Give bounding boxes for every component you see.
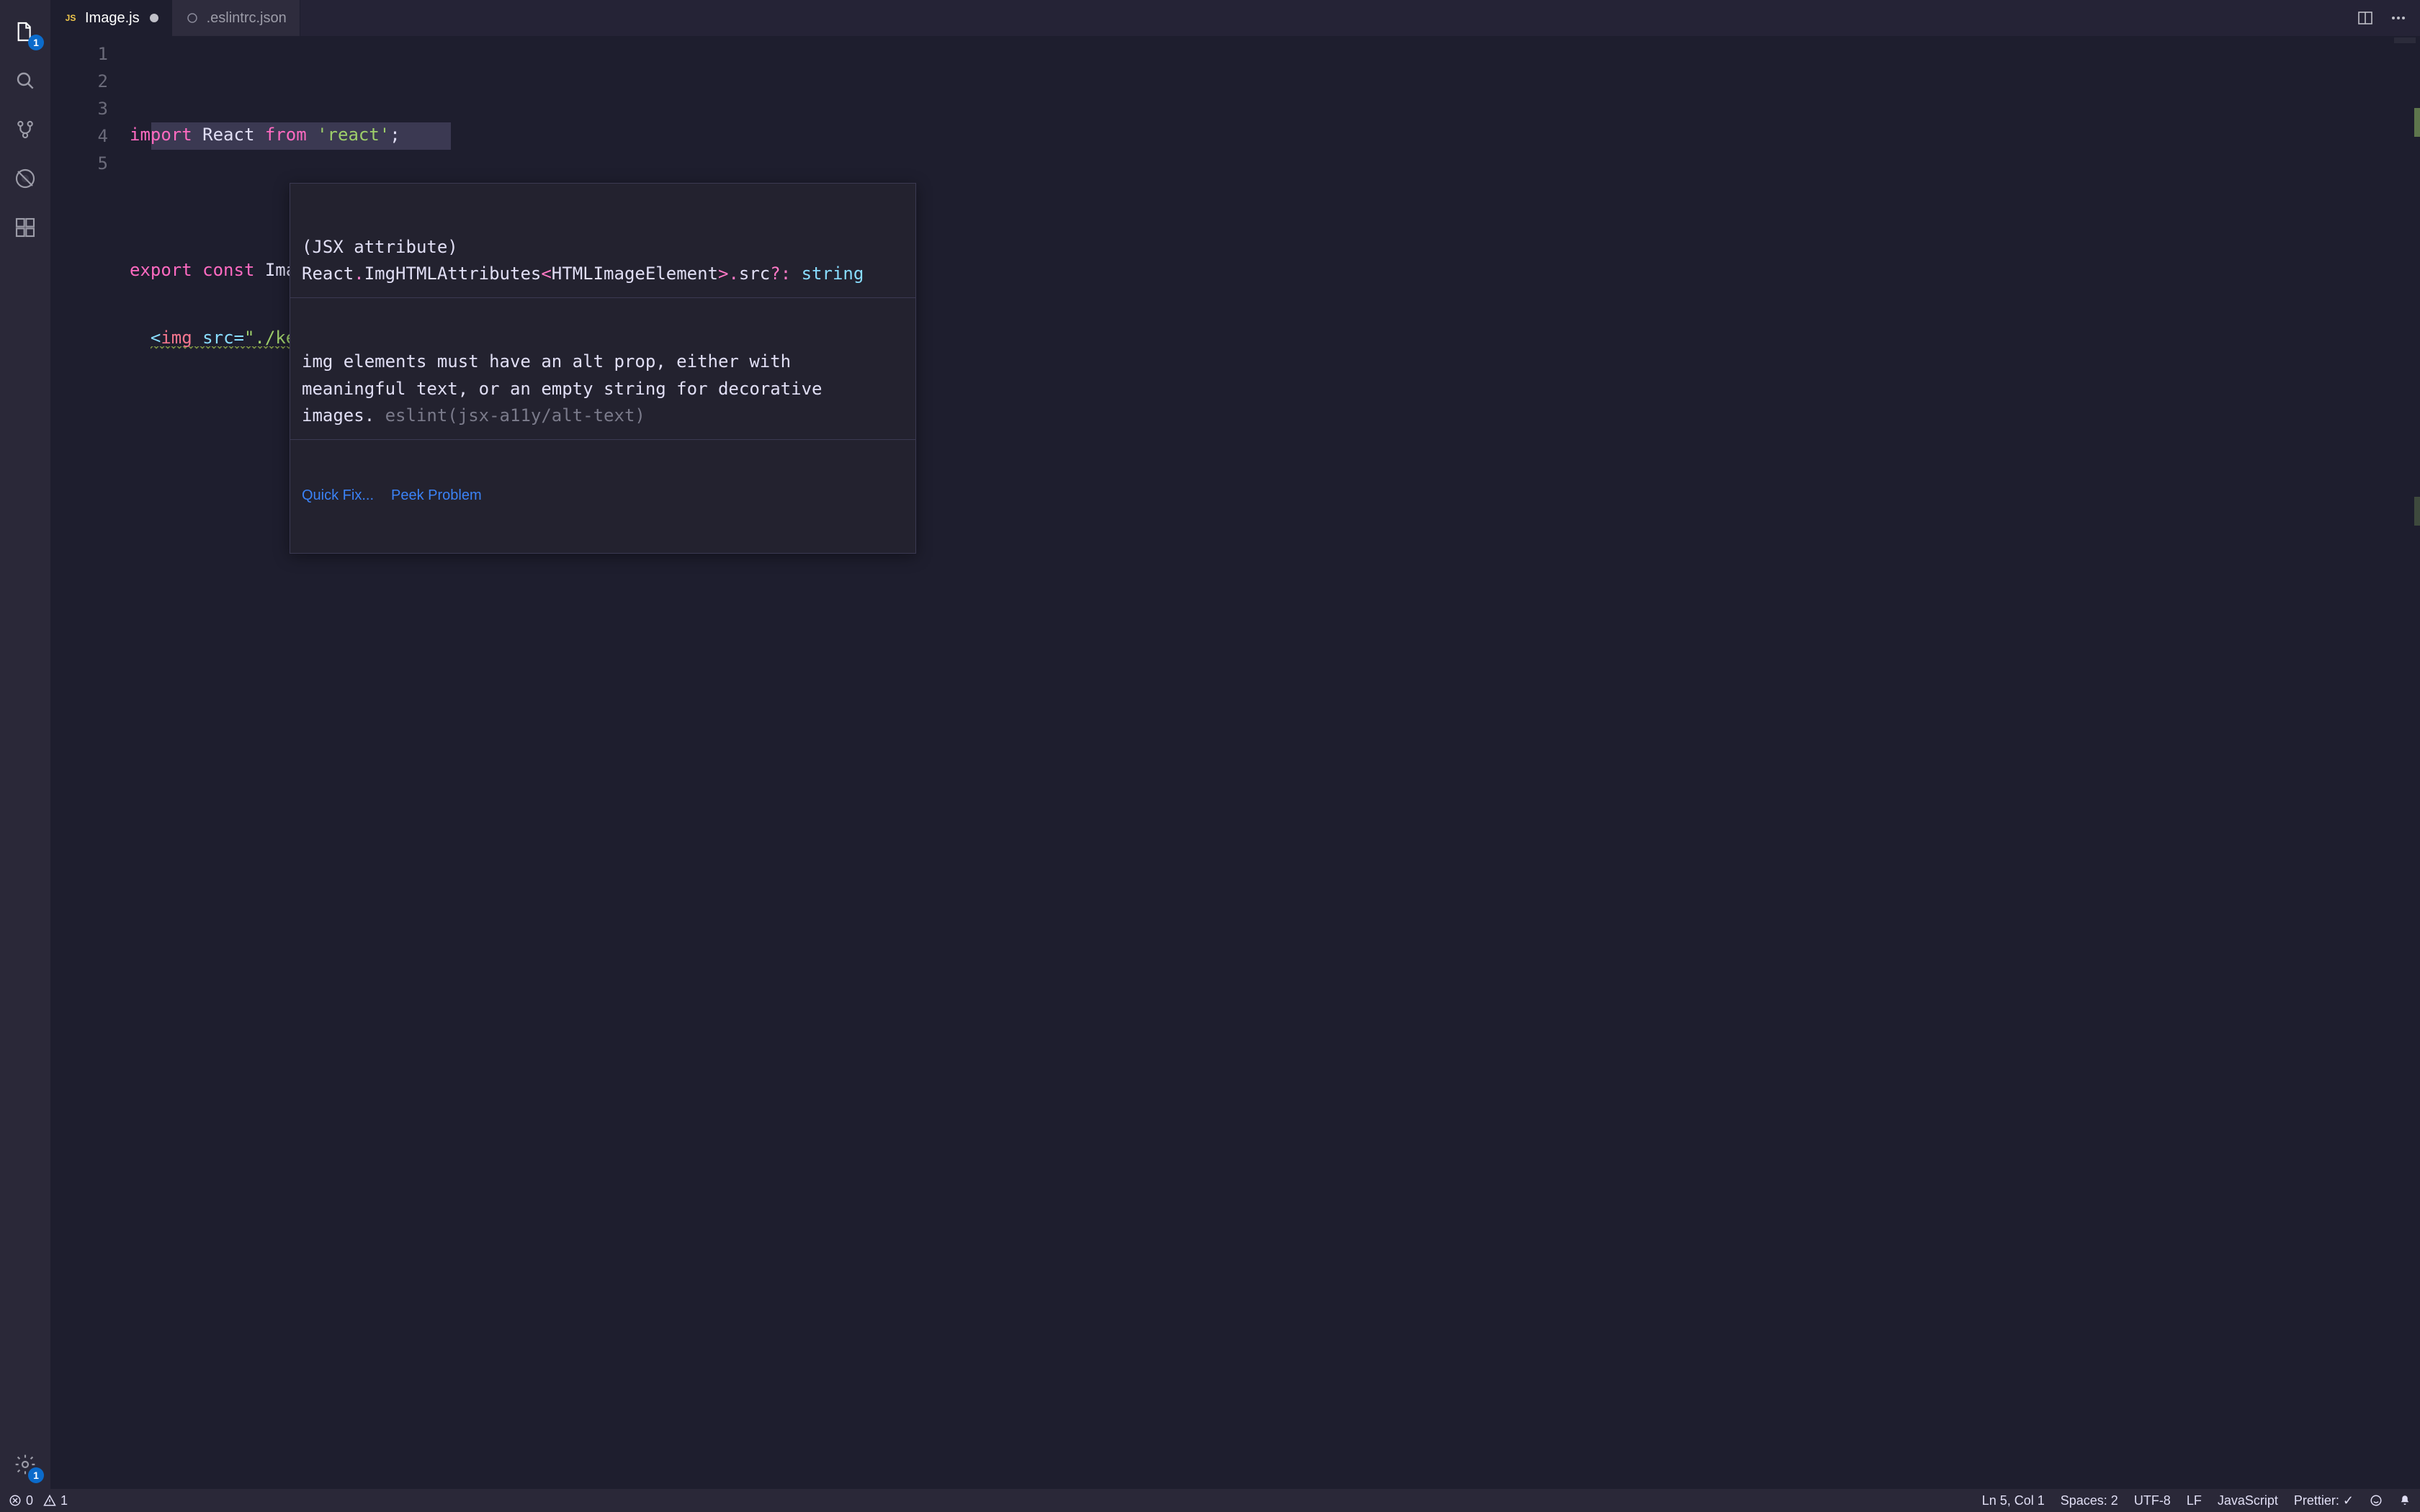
hover-message: img elements must have an alt prop, eith… [290, 338, 915, 440]
line-number: 5 [50, 150, 108, 177]
settings-badge: 1 [28, 1467, 44, 1483]
editor-area: JS Image.js .eslintrc.json [50, 0, 2420, 1489]
dirty-indicator-icon [150, 14, 158, 22]
quick-fix-link[interactable]: Quick Fix... [302, 487, 374, 504]
status-language[interactable]: JavaScript [2218, 1493, 2278, 1508]
status-prettier[interactable]: Prettier: ✓ [2294, 1493, 2354, 1508]
editor-actions [2344, 0, 2420, 36]
line-number: 2 [50, 68, 108, 95]
tab-label: .eslintrc.json [207, 10, 287, 27]
tab-label: Image.js [85, 10, 140, 27]
explorer-badge: 1 [28, 35, 44, 50]
hover-widget: (JSX attribute) React.ImgHTMLAttributes<… [290, 183, 916, 554]
code-line: import React from 'react'; [130, 121, 2420, 148]
status-eol[interactable]: LF [2187, 1493, 2202, 1508]
line-number: 4 [50, 122, 108, 150]
status-bar: 0 1 Ln 5, Col 1 Spaces: 2 UTF-8 LF JavaS… [0, 1489, 2420, 1512]
minimap[interactable] [2394, 37, 2416, 43]
status-errors[interactable]: 0 [9, 1493, 33, 1508]
status-warnings[interactable]: 1 [43, 1493, 68, 1508]
status-cursor[interactable]: Ln 5, Col 1 [1982, 1493, 2045, 1508]
error-count: 0 [26, 1493, 33, 1508]
code-content[interactable]: import React from 'react'; export const … [130, 36, 2420, 1489]
debug-activity[interactable] [8, 161, 42, 196]
gutter: 1 2 3 4 5 [50, 36, 130, 1489]
hover-signature: (JSX attribute) React.ImgHTMLAttributes<… [290, 224, 915, 298]
hover-actions: Quick Fix... Peek Problem [290, 480, 915, 513]
more-actions-icon[interactable] [2388, 8, 2408, 28]
workbench: 1 1 JS Image.js [0, 0, 2420, 1489]
status-encoding[interactable]: UTF-8 [2134, 1493, 2171, 1508]
source-control-activity[interactable] [8, 112, 42, 147]
settings-activity[interactable]: 1 [8, 1447, 42, 1482]
activity-bar: 1 1 [0, 0, 50, 1489]
explorer-activity[interactable]: 1 [8, 14, 42, 49]
overview-ruler-marker[interactable] [2414, 497, 2420, 526]
js-file-icon: JS [63, 11, 78, 25]
line-number: 3 [50, 95, 108, 122]
search-activity[interactable] [8, 63, 42, 98]
line-number: 1 [50, 40, 108, 68]
status-feedback-icon[interactable] [2370, 1494, 2383, 1507]
status-bell-icon[interactable] [2398, 1494, 2411, 1507]
peek-problem-link[interactable]: Peek Problem [391, 487, 482, 504]
tab-image-js[interactable]: JS Image.js [50, 0, 172, 36]
editor-body[interactable]: 1 2 3 4 5 import React from 'react'; exp… [50, 36, 2420, 1489]
tab-bar: JS Image.js .eslintrc.json [50, 0, 2420, 36]
warning-count: 1 [60, 1493, 68, 1508]
extensions-activity[interactable] [8, 210, 42, 245]
json-file-icon [185, 11, 200, 25]
tab-eslintrc[interactable]: .eslintrc.json [172, 0, 300, 36]
status-indent[interactable]: Spaces: 2 [2061, 1493, 2118, 1508]
split-editor-icon[interactable] [2355, 8, 2375, 28]
